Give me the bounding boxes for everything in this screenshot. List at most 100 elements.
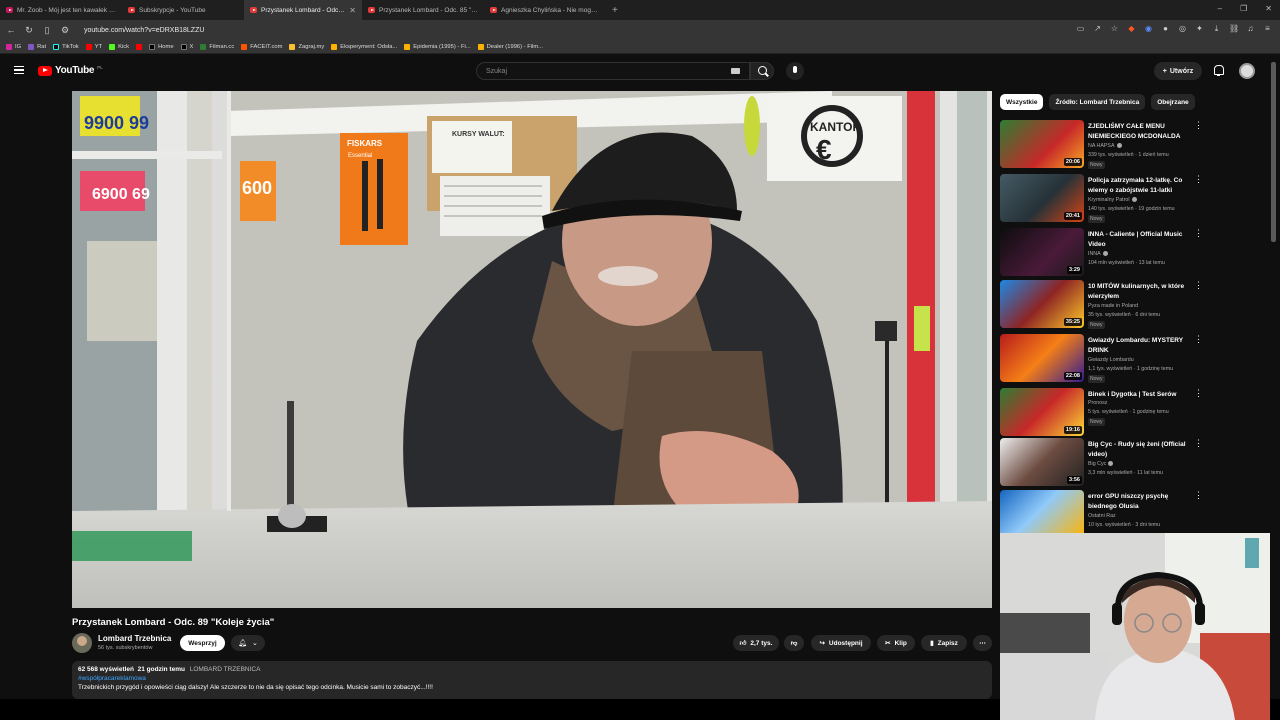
hamburger-menu-icon[interactable] xyxy=(14,66,24,74)
back-icon[interactable]: ← xyxy=(6,25,16,35)
bookmark-item[interactable]: Eksperyment: Odsła... xyxy=(331,43,397,50)
account-avatar[interactable] xyxy=(1239,63,1255,79)
recommendation-title[interactable]: error GPU niszczy psychę biednego Olusia xyxy=(1088,492,1198,511)
bookmark-item[interactable]: Filman.cc xyxy=(200,43,234,50)
recommendation-title[interactable]: Binek i Dygotka | Test Serów xyxy=(1088,390,1198,400)
share-button[interactable]: ↪ Udostępnij xyxy=(811,635,871,651)
search-input[interactable]: Szukaj xyxy=(476,62,750,80)
recommendation-title[interactable]: Gwiazdy Lombardu: MYSTERY DRINK xyxy=(1088,336,1198,355)
extension-icon[interactable]: ◎ xyxy=(1178,24,1187,34)
more-options-icon[interactable] xyxy=(1194,490,1203,502)
dislike-button[interactable]: 👎︎ xyxy=(784,635,804,651)
recommendation-title[interactable]: Policja zatrzymała 12-latkę. Co wiemy o … xyxy=(1088,176,1198,195)
link-icon[interactable]: ⛓ xyxy=(1229,24,1239,34)
cast-icon[interactable]: ▭ xyxy=(1076,24,1085,34)
recommendation-channel[interactable]: Kryminalny Patrol xyxy=(1088,197,1137,203)
video-thumbnail[interactable]: 3:29 xyxy=(1000,228,1084,276)
recommendation-item[interactable]: 35:25 10 MITÓW kulinarnych, w które wier… xyxy=(1000,280,1205,330)
bookmark-item[interactable]: Rat xyxy=(28,43,46,50)
recommendation-channel[interactable]: INNA xyxy=(1088,251,1108,257)
video-thumbnail[interactable]: 20:41 xyxy=(1000,174,1084,222)
bookmark-page-icon[interactable]: ▯ xyxy=(42,25,52,36)
more-actions-button[interactable]: ⋯ xyxy=(973,635,992,651)
browser-tab[interactable]: Przystanek Lombard - Odc. 85 "Via Vi... xyxy=(362,0,484,20)
recommendation-item[interactable]: 3:56 Big Cyc - Rudy się żeni (Official v… xyxy=(1000,438,1205,488)
recommendation-channel[interactable]: NA HAPSA xyxy=(1088,143,1122,149)
reload-icon[interactable]: ↻ xyxy=(24,25,34,36)
minimize-icon[interactable]: – xyxy=(1218,4,1222,13)
voice-search-icon[interactable] xyxy=(786,62,804,80)
recommendation-title[interactable]: 10 MITÓW kulinarnych, w które wierzyłem xyxy=(1088,282,1198,301)
bookmark-item[interactable]: X xyxy=(180,43,193,50)
chip-watched[interactable]: Obejrzane xyxy=(1151,94,1195,110)
share-page-icon[interactable]: ↗ xyxy=(1093,24,1102,34)
recommendation-channel[interactable]: Gwiazdy Lombardu xyxy=(1088,357,1134,363)
new-tab-icon[interactable]: + xyxy=(606,5,624,16)
bookmark-item[interactable]: YT xyxy=(85,43,102,50)
maximize-icon[interactable]: ❐ xyxy=(1240,4,1247,13)
recommendation-title[interactable]: INNA - Caliente | Official Music Video xyxy=(1088,230,1198,249)
download-icon[interactable]: ⤓ xyxy=(1212,24,1221,34)
bookmark-item[interactable]: Zagraj.my xyxy=(289,43,324,50)
notifications-icon[interactable] xyxy=(1213,65,1224,76)
recommendation-title[interactable]: Big Cyc - Rudy się żeni (Official video) xyxy=(1088,440,1198,459)
recommendation-channel[interactable]: Pyza made in Poland xyxy=(1088,303,1138,309)
address-bar[interactable]: youtube.com/watch?v=eDRXB18LZZU xyxy=(84,27,204,34)
menu-icon[interactable]: ≡ xyxy=(1263,24,1272,34)
subscription-bell-button[interactable]: 🔔︎ ⌄ xyxy=(231,635,265,651)
star-icon[interactable]: ☆ xyxy=(1110,24,1119,34)
chip-source[interactable]: Źródło: Lombard Trzebnica xyxy=(1049,94,1146,110)
channel-avatar[interactable] xyxy=(72,633,92,653)
puzzle-icon[interactable]: ✦ xyxy=(1195,24,1204,34)
video-thumbnail[interactable]: 35:25 xyxy=(1000,280,1084,328)
close-window-icon[interactable]: ✕ xyxy=(1265,4,1272,13)
recommendation-item[interactable]: 22:08 Gwiazdy Lombardu: MYSTERY DRINK Gw… xyxy=(1000,334,1205,384)
support-button[interactable]: Wesprzyj xyxy=(180,635,225,651)
recommendation-item[interactable]: 3:29 INNA - Caliente | Official Music Vi… xyxy=(1000,228,1205,278)
channel-name[interactable]: Lombard Trzebnica xyxy=(98,634,171,643)
create-button[interactable]: + Utwórz xyxy=(1154,62,1202,80)
keyboard-icon[interactable] xyxy=(731,68,740,74)
recommendation-item[interactable]: 19:16 Binek i Dygotka | Test Serów Prono… xyxy=(1000,388,1205,438)
close-tab-icon[interactable]: ✕ xyxy=(349,6,356,15)
clip-button[interactable]: ✂ Klip xyxy=(877,635,915,651)
video-thumbnail[interactable]: 20:06 xyxy=(1000,120,1084,168)
like-button[interactable]: 👍︎ 2,7 tys. xyxy=(733,635,779,651)
recommendation-channel[interactable]: Ostatni Raz xyxy=(1088,513,1116,519)
video-thumbnail[interactable]: 3:56 xyxy=(1000,438,1084,486)
youtube-logo[interactable]: YouTube PL xyxy=(38,65,103,76)
recommendation-title[interactable]: ZJEDLIŚMY CAŁE MENU NIEMIECKIEGO MCDONAL… xyxy=(1088,122,1198,141)
bookmark-item[interactable]: TikTok xyxy=(53,43,79,50)
more-options-icon[interactable] xyxy=(1194,120,1203,132)
browser-tab[interactable]: Agnieszka Chylińska - Nie mogę Ci... xyxy=(484,0,606,20)
bookmark-item[interactable]: FACEIT.com xyxy=(241,43,282,50)
video-player[interactable]: 9900 99 6900 69 600 FISKARS Essential KU… xyxy=(72,91,992,608)
browser-tab-active[interactable]: Przystanek Lombard - Odc. 89 "Koleje życ… xyxy=(244,0,362,20)
recommendation-channel[interactable]: Pronosz xyxy=(1088,400,1107,406)
more-options-icon[interactable] xyxy=(1194,388,1203,400)
browser-tab[interactable]: Subskrypcje - YouTube xyxy=(122,0,244,20)
bookmark-item[interactable] xyxy=(136,43,143,50)
save-button[interactable]: ▮ Zapisz xyxy=(921,635,967,651)
bookmark-item[interactable]: IG xyxy=(6,43,21,50)
more-options-icon[interactable] xyxy=(1194,228,1203,240)
video-thumbnail[interactable]: 22:08 xyxy=(1000,334,1084,382)
extension-icon[interactable]: ◉ xyxy=(1144,24,1153,34)
chip-all[interactable]: Wszystkie xyxy=(1000,94,1044,110)
more-options-icon[interactable] xyxy=(1194,280,1203,292)
site-info-icon[interactable]: ⚙ xyxy=(60,25,70,36)
recommendation-item[interactable]: 20:06 ZJEDLIŚMY CAŁE MENU NIEMIECKIEGO M… xyxy=(1000,120,1205,170)
recommendation-channel[interactable]: Big Cyc xyxy=(1088,461,1114,467)
brave-shield-icon[interactable]: ◆ xyxy=(1127,24,1136,34)
bookmark-item[interactable]: Kick xyxy=(109,43,129,50)
description-box[interactable]: 62 568 wyświetleń 21 godzin temu LOMBARD… xyxy=(72,661,992,699)
video-thumbnail[interactable]: 19:16 xyxy=(1000,388,1084,436)
bookmark-item[interactable]: Home xyxy=(149,43,174,50)
more-options-icon[interactable] xyxy=(1194,334,1203,346)
hashtag-link[interactable]: #współpracareklamowa xyxy=(78,675,986,682)
bookmark-item[interactable]: Epidemia (1995) - Fi... xyxy=(404,43,471,50)
bookmark-item[interactable]: Dealer (1996) - Film... xyxy=(477,43,543,50)
recommendation-item[interactable]: 20:41 Policja zatrzymała 12-latkę. Co wi… xyxy=(1000,174,1205,224)
playlist-icon[interactable]: ♫ xyxy=(1246,24,1255,34)
video-thumbnail[interactable] xyxy=(1000,490,1084,538)
